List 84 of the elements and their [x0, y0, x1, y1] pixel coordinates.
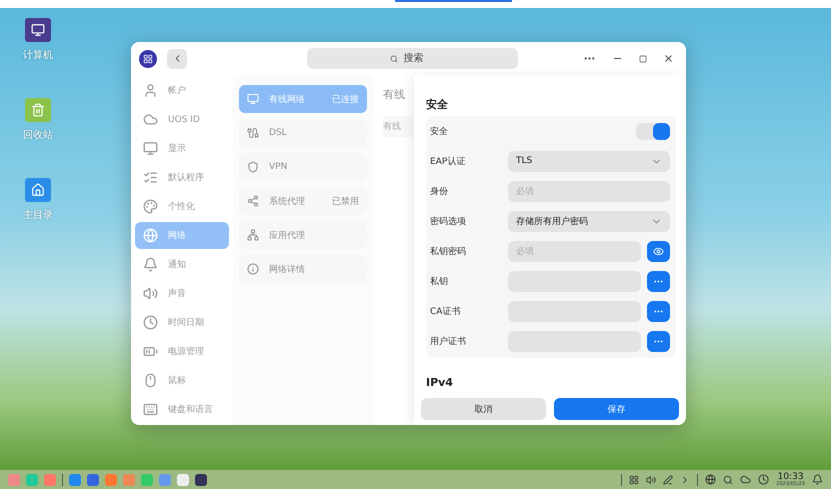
browse-button[interactable] [646, 330, 670, 352]
field-label: CA证书 [430, 306, 462, 318]
search-icon [390, 54, 398, 62]
mouse-icon [143, 373, 158, 388]
monitor-icon [247, 93, 260, 105]
cable-icon [247, 127, 260, 139]
maximize-icon [639, 54, 647, 62]
browse-button[interactable] [646, 300, 670, 322]
speaker-icon [143, 286, 158, 301]
sidebar-item[interactable]: 默认程序 [135, 164, 230, 191]
palette-icon [143, 199, 158, 214]
network-list-item[interactable]: 应用代理 [239, 221, 368, 249]
save-button[interactable]: 保存 [554, 398, 679, 420]
dropdown[interactable]: TLS [508, 150, 670, 172]
desktop-icon-label[interactable]: 计算机 [23, 48, 53, 62]
list-item[interactable]: 有线 [383, 116, 414, 137]
sidebar-item[interactable]: 显示 [135, 135, 230, 162]
input-field[interactable]: 必填 [508, 180, 670, 202]
section-heading: 安全 [426, 97, 449, 112]
network-list-item[interactable]: VPN [239, 153, 368, 181]
password-field[interactable]: 必填 [508, 240, 641, 262]
shield-icon [247, 161, 260, 173]
user-icon [143, 83, 158, 98]
monitor-icon [143, 141, 158, 156]
cloud-icon[interactable] [740, 474, 752, 485]
globe-icon [143, 228, 158, 243]
sidebar-item[interactable]: UOS ID [135, 106, 230, 133]
close-button[interactable] [663, 53, 674, 64]
window-icon[interactable] [629, 474, 640, 484]
trash-icon[interactable] [25, 98, 51, 122]
dropdown[interactable]: 存储所有用户密码 [508, 210, 670, 232]
desktop-icon-label[interactable]: 主目录 [23, 208, 53, 222]
close-icon [663, 53, 674, 64]
list-icon [143, 170, 158, 185]
show-password-button[interactable] [646, 240, 670, 262]
search-field[interactable]: 搜索 [402, 52, 436, 65]
app-logo-icon [139, 50, 157, 68]
bell-icon[interactable] [812, 474, 823, 485]
cancel-button[interactable]: 取消 [420, 398, 546, 420]
browse-button[interactable] [646, 270, 670, 292]
sidebar-item[interactable]: 网络 [135, 222, 230, 249]
field-label: 密码选项 [430, 216, 467, 228]
eye-icon [652, 246, 664, 256]
monitor-icon[interactable] [25, 18, 51, 42]
clock-icon [143, 315, 158, 330]
network-list-item[interactable]: 系统代理 已禁用 [239, 187, 368, 215]
app-icon[interactable] [195, 474, 207, 486]
field-label: 私钥密码 [430, 246, 467, 258]
sidebar-item[interactable]: 通知 [135, 251, 230, 278]
app-icon[interactable] [87, 474, 99, 486]
info-icon [247, 263, 260, 275]
section-heading: IPv4 [426, 376, 454, 389]
home-folder-icon[interactable] [25, 178, 51, 202]
desktop-icon-label[interactable]: 回收站 [23, 128, 53, 142]
clock-time[interactable]: 10:33 [778, 472, 804, 482]
network-list-item[interactable]: 有线网络 已连接 [239, 85, 368, 113]
section-heading: 有线 [383, 87, 406, 102]
share-icon [247, 195, 260, 207]
search-icon[interactable] [723, 474, 734, 484]
back-button[interactable] [167, 48, 187, 68]
sidebar-item[interactable]: 声音 [135, 280, 230, 307]
network-list-item[interactable]: DSL [239, 119, 368, 147]
bell-icon [143, 257, 158, 272]
network-icon [247, 229, 260, 241]
pen-icon[interactable] [663, 474, 674, 484]
keyboard-icon [143, 402, 158, 417]
network-list-item[interactable]: 网络详情 [239, 255, 368, 283]
sidebar-item[interactable]: 个性化 [135, 193, 230, 220]
field-label: 安全 [430, 126, 449, 138]
globe-icon[interactable] [705, 474, 716, 485]
sidebar-item[interactable]: 电源管理 [135, 338, 230, 365]
sidebar-item[interactable]: 鼠标 [135, 367, 230, 394]
field-label: 身份 [430, 186, 449, 198]
cloud-icon [143, 112, 158, 127]
toggle-switch[interactable] [636, 122, 670, 140]
volume-icon[interactable] [646, 474, 656, 484]
sidebar-item[interactable]: 时间日期 [135, 309, 230, 336]
battery-icon [143, 344, 158, 359]
maximize-button[interactable] [639, 54, 647, 62]
sidebar-item[interactable]: 帐户 [135, 77, 230, 104]
field-label: 用户证书 [430, 336, 467, 348]
sidebar-item[interactable]: 键盘和语言 [135, 396, 230, 423]
field-label: EAP认证 [430, 156, 466, 168]
field-label: 私钥 [430, 276, 449, 288]
